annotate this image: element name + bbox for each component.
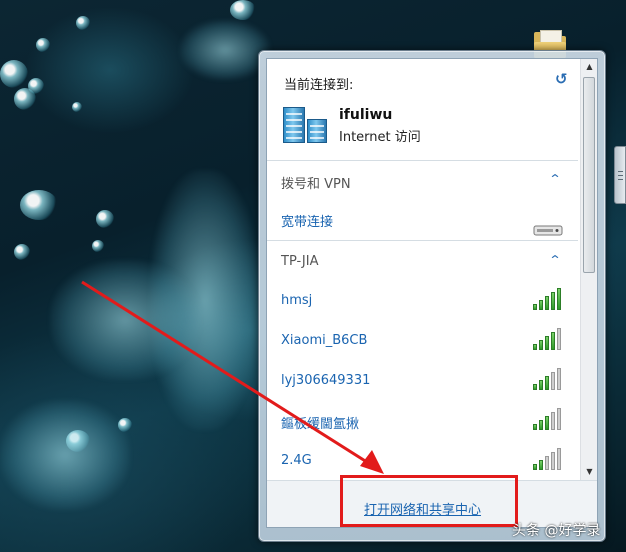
wallpaper-bubble — [96, 210, 114, 228]
signal-bar — [539, 420, 543, 430]
signal-bar — [545, 336, 549, 350]
scroll-down-icon[interactable]: ▼ — [581, 464, 598, 480]
signal-bar — [551, 332, 555, 350]
network-icon — [281, 105, 329, 145]
wallpaper-splash — [0, 400, 130, 510]
collapse-chevron-icon[interactable]: ⌃ — [548, 172, 561, 186]
signal-bar — [533, 344, 537, 350]
wallpaper-splash — [50, 260, 200, 380]
wifi-signal-icon — [533, 448, 563, 470]
wifi-signal-icon — [533, 328, 563, 350]
wifi-item[interactable]: hmsj — [281, 293, 312, 308]
signal-bar — [533, 384, 537, 390]
refresh-icon[interactable]: ↺ — [555, 71, 568, 87]
scroll-up-icon[interactable]: ▲ — [581, 59, 598, 75]
wallpaper-bubble — [28, 78, 44, 94]
wallpaper-bubble — [36, 38, 50, 52]
signal-bar — [545, 416, 549, 430]
wallpaper-bubble — [20, 190, 58, 220]
signal-bar — [539, 300, 543, 310]
section-title-wireless: TP-JIA — [281, 254, 319, 269]
signal-bar — [557, 408, 561, 430]
highlight-box — [340, 475, 518, 527]
wallpaper-splash — [180, 20, 270, 80]
signal-bar — [557, 328, 561, 350]
signal-bar — [533, 424, 537, 430]
signal-bar — [545, 456, 549, 470]
modem-icon — [533, 225, 563, 236]
network-popup: 当前连接到: ↺ ifuliwu Internet 访问 拨号和 VPN ⌃ 宽… — [258, 50, 606, 542]
signal-bar — [539, 460, 543, 470]
wallpaper-bubble — [72, 102, 82, 112]
divider — [267, 240, 578, 241]
wallpaper-bubble — [0, 60, 28, 88]
signal-bar — [533, 464, 537, 470]
wifi-signal-icon — [533, 408, 563, 430]
signal-bar — [539, 340, 543, 350]
current-network-name: ifuliwu — [339, 107, 393, 123]
signal-bar — [539, 380, 543, 390]
signal-bar — [545, 376, 549, 390]
signal-bar — [557, 288, 561, 310]
current-connection-label: 当前连接到: — [284, 78, 354, 93]
signal-bar — [557, 448, 561, 470]
wifi-signal-icon — [533, 368, 563, 390]
current-network-status: Internet 访问 — [339, 130, 421, 145]
wifi-item[interactable]: Xiaomi_B6CB — [281, 333, 367, 348]
signal-bar — [545, 296, 549, 310]
side-panel-handle[interactable] — [614, 146, 626, 204]
wifi-item[interactable]: lyj306649331 — [281, 373, 370, 388]
wifi-item[interactable]: 鏂板缓閫氳揪 — [281, 413, 359, 432]
signal-bar — [533, 304, 537, 310]
watermark: 头条 @好学录 — [512, 523, 601, 539]
signal-bar — [551, 372, 555, 390]
signal-bar — [551, 452, 555, 470]
signal-bar — [551, 292, 555, 310]
signal-bar — [551, 412, 555, 430]
wifi-signal-icon — [533, 288, 563, 310]
scroll-thumb[interactable] — [583, 77, 595, 273]
wallpaper-bubble — [14, 244, 30, 260]
wifi-item[interactable]: 2.4G — [281, 453, 312, 468]
network-list: 当前连接到: ↺ ifuliwu Internet 访问 拨号和 VPN ⌃ 宽… — [267, 59, 578, 480]
signal-bar — [557, 368, 561, 390]
scrollbar[interactable]: ▲ ▼ — [580, 59, 597, 480]
section-title-dialup-vpn: 拨号和 VPN — [281, 177, 351, 192]
wallpaper-bubble — [230, 0, 256, 20]
divider — [267, 160, 578, 161]
network-panel: 当前连接到: ↺ ifuliwu Internet 访问 拨号和 VPN ⌃ 宽… — [266, 58, 598, 528]
wallpaper-bubble — [76, 16, 90, 30]
collapse-chevron-icon[interactable]: ⌃ — [548, 253, 561, 267]
connection-item-broadband[interactable]: 宽带连接 — [281, 211, 333, 230]
wallpaper-bubble — [92, 240, 104, 252]
